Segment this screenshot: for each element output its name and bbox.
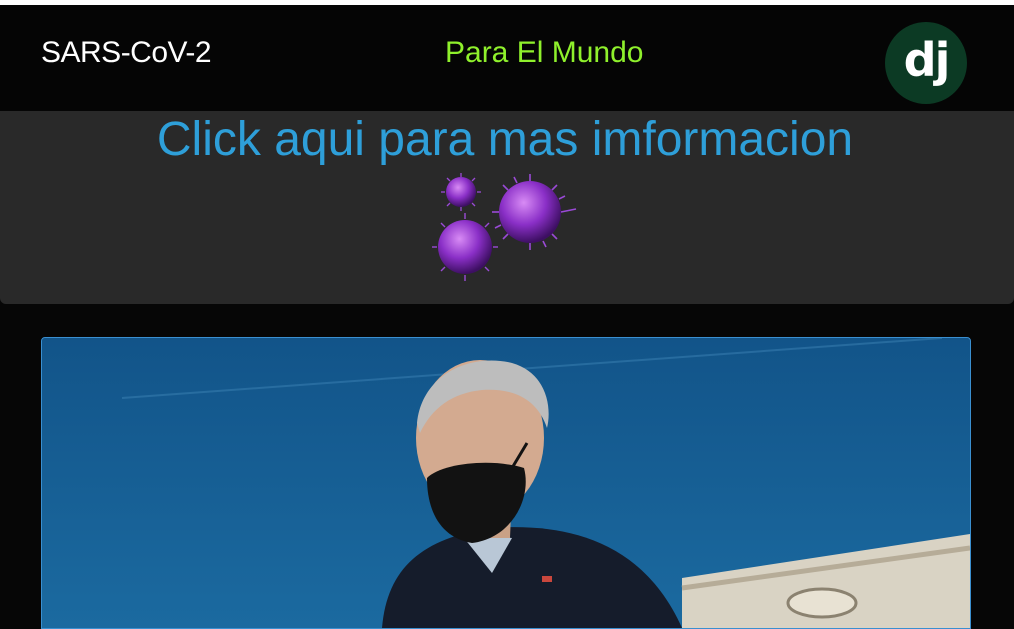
navbar: SARS-CoV-2 Para El Mundo dj <box>0 5 1014 111</box>
more-info-link[interactable]: Click aqui para mas imformacion <box>0 112 1010 167</box>
virus-icon[interactable] <box>432 173 582 283</box>
logo-text: dj <box>903 33 951 87</box>
nav-link-para-el-mundo[interactable]: Para El Mundo <box>445 36 643 70</box>
brand-link[interactable]: SARS-CoV-2 <box>41 36 212 70</box>
jumbotron: Click aqui para mas imformacion <box>0 111 1014 304</box>
news-card-image[interactable] <box>41 337 971 629</box>
django-logo-icon[interactable]: dj <box>885 22 967 104</box>
